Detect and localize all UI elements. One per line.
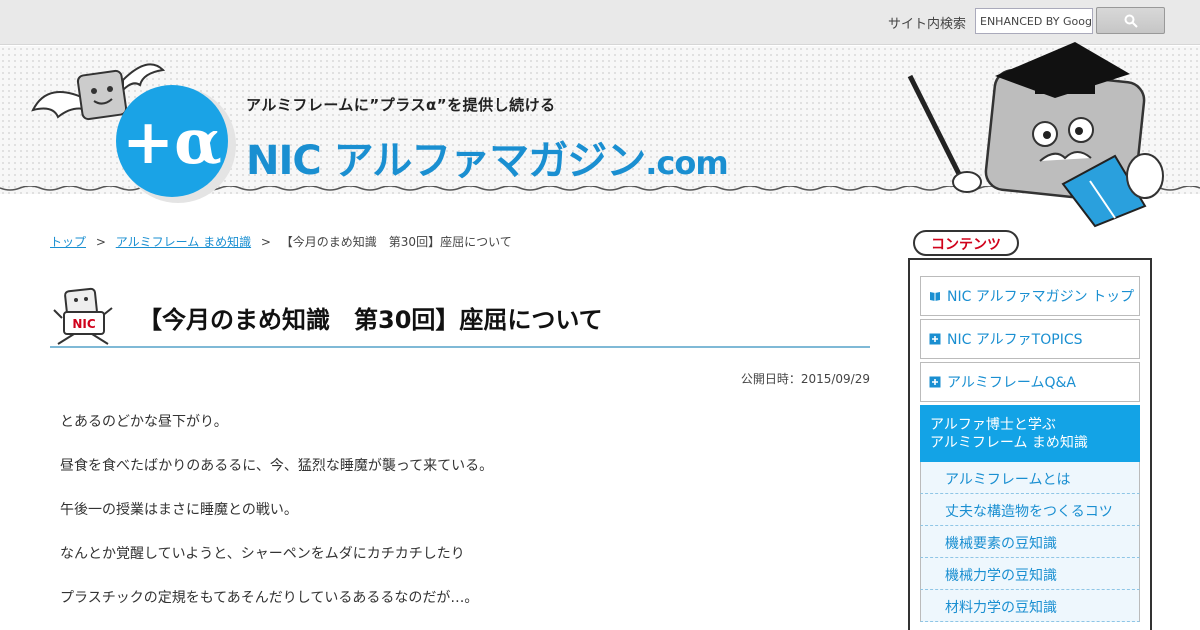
nic-mascot-icon: NIC [53, 287, 113, 345]
breadcrumb-separator: > [95, 235, 106, 249]
sidebar-item-label: NIC アルファマガジン トップ [947, 289, 1135, 305]
sidebar-active-line1: アルファ博士と学ぶ [930, 417, 1056, 433]
sidebar-item-qa[interactable]: アルミフレームQ&A [920, 362, 1140, 402]
plus-box-icon [929, 376, 941, 388]
sidebar-subitem[interactable]: 機械力学の豆知識 [920, 558, 1140, 590]
article-paragraph: とあるのどかな昼下がり。 [60, 414, 228, 430]
nic-badge-text: NIC [72, 317, 96, 331]
sidebar-item-topics[interactable]: NIC アルファTOPICS [920, 319, 1140, 359]
search-button[interactable] [1096, 7, 1165, 34]
sidebar-item-magazine-top[interactable]: NIC アルファマガジン トップ [920, 276, 1140, 316]
site-name-suffix: .com [645, 144, 728, 182]
article-paragraph: 昼食を食べたばかりのあるるに、今、猛烈な睡魔が襲って来ている。 [60, 458, 494, 474]
sidebar-subitem[interactable]: 機械要素の豆知識 [920, 526, 1140, 558]
breadcrumb: トップ > アルミフレーム まめ知識 > 【今月のまめ知識 第30回】座屈につい… [50, 233, 512, 250]
logo-mascot-icon: +α [31, 63, 236, 203]
sidebar-title: コンテンツ [913, 230, 1019, 256]
site-tagline: アルミフレームに”プラスα”を提供し続ける [246, 96, 556, 114]
sidebar-item-mame-chishiki[interactable]: アルファ博士と学ぶ アルミフレーム まめ知識 [920, 405, 1140, 462]
breadcrumb-category-link[interactable]: アルミフレーム まめ知識 [116, 235, 251, 249]
plus-box-icon [929, 333, 941, 345]
sidebar-item-label: アルミフレームQ&A [947, 375, 1076, 391]
breadcrumb-top-link[interactable]: トップ [50, 235, 86, 249]
search-icon [1124, 14, 1138, 28]
publish-date: 公開日時：2015/09/29 [740, 372, 870, 386]
article-title-block: NIC 【今月のまめ知識 第30回】座屈について [50, 286, 870, 348]
sidebar-item-label: NIC アルファTOPICS [947, 332, 1083, 348]
search-input[interactable]: ENHANCED BY Google [975, 8, 1093, 34]
article-paragraph: 午後一の授業はまさに睡魔との戦い。 [60, 502, 298, 518]
page-title: 【今月のまめ知識 第30回】座屈について [138, 306, 603, 334]
sidebar-active-line2: アルミフレーム まめ知識 [930, 435, 1088, 451]
site-name[interactable]: NIC アルファマガジン.com [246, 128, 729, 186]
article-paragraph: なんとか覚醒していようと、シャーペンをムダにカチカチしたり [60, 546, 465, 562]
sidebar-subitem[interactable]: アルミフレームとは [920, 462, 1140, 494]
site-name-main: NIC アルファマガジン [246, 138, 646, 184]
article-paragraph: プラスチックの定規をもてあそんだりしているあるるなのだが…。 [60, 590, 479, 606]
breadcrumb-current: 【今月のまめ知識 第30回】座屈について [280, 235, 512, 249]
sidebar-subitem[interactable]: 材料力学の豆知識 [920, 590, 1140, 622]
site-search-label: サイト内検索 [888, 17, 967, 32]
sidebar-subitem[interactable]: 丈夫な構造物をつくるコツ [920, 494, 1140, 526]
logo-text: +α [122, 105, 222, 178]
professor-mascot-icon [907, 42, 1164, 228]
book-icon [930, 292, 940, 301]
breadcrumb-separator: > [260, 235, 271, 249]
